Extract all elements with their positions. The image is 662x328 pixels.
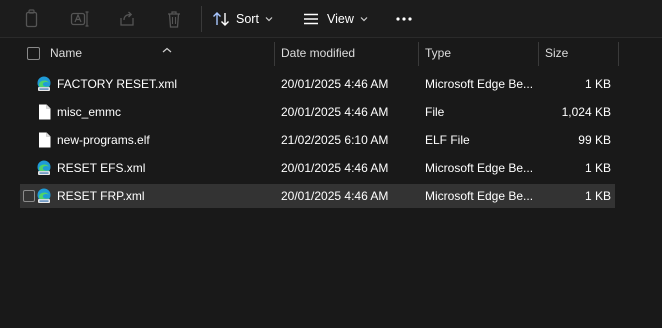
file-name: FACTORY RESET.xml (57, 77, 178, 91)
date-cell: 20/01/2025 4:46 AM (281, 77, 389, 91)
date-cell: 21/02/2025 6:10 AM (281, 133, 389, 147)
table-row[interactable]: new-programs.elf 21/02/2025 6:10 AM ELF … (20, 128, 615, 152)
column-name[interactable]: Name (50, 40, 270, 66)
sort-icon (213, 12, 229, 26)
select-all-checkbox[interactable] (27, 47, 40, 60)
trash-icon (168, 10, 180, 28)
row-checkbox[interactable] (23, 190, 35, 202)
rename-button[interactable] (66, 5, 94, 33)
edge-beta-icon (36, 76, 52, 92)
type-cell: Microsoft Edge Be... (425, 161, 533, 175)
table-row[interactable]: FACTORY RESET.xml 20/01/2025 4:46 AM Mic… (20, 72, 615, 96)
date-cell: 20/01/2025 4:46 AM (281, 189, 389, 203)
file-name: RESET FRP.xml (57, 189, 145, 203)
command-bar: Sort View (0, 0, 662, 38)
column-size[interactable]: Size (545, 40, 615, 66)
file-name: RESET EFS.xml (57, 161, 146, 175)
view-label: View (327, 12, 354, 26)
copy-button[interactable] (18, 5, 46, 33)
view-button[interactable]: View (302, 5, 374, 33)
more-options-button[interactable] (390, 5, 418, 33)
name-cell: new-programs.elf (36, 128, 276, 152)
edge-beta-icon (36, 188, 52, 204)
size-cell: 1,024 KB (561, 105, 611, 119)
column-divider[interactable] (274, 42, 275, 66)
column-date[interactable]: Date modified (281, 40, 416, 66)
file-icon (36, 132, 52, 148)
name-cell: FACTORY RESET.xml (36, 72, 276, 96)
edge-beta-icon (36, 160, 52, 176)
name-cell: RESET FRP.xml (36, 184, 276, 208)
type-cell: File (425, 105, 445, 119)
type-cell: Microsoft Edge Be... (425, 77, 533, 91)
name-cell: RESET EFS.xml (36, 156, 276, 180)
more-icon (396, 17, 412, 21)
chevron-down-icon (265, 16, 273, 22)
sort-label: Sort (236, 12, 259, 26)
column-divider[interactable] (538, 42, 539, 66)
share-icon (120, 11, 134, 26)
file-list: Name Date modified Type Size FACTORY RES… (0, 39, 662, 328)
column-header: Name Date modified Type Size (16, 40, 620, 66)
column-divider[interactable] (618, 42, 619, 66)
chevron-down-icon (360, 16, 368, 22)
view-icon (304, 13, 318, 25)
date-cell: 20/01/2025 4:46 AM (281, 105, 389, 119)
table-row-selected[interactable]: RESET FRP.xml 20/01/2025 4:46 AM Microso… (20, 184, 615, 208)
table-row[interactable]: misc_emmc 20/01/2025 4:46 AM File 1,024 … (20, 100, 615, 124)
file-name: new-programs.elf (57, 133, 150, 147)
name-cell: misc_emmc (36, 100, 276, 124)
date-cell: 20/01/2025 4:46 AM (281, 161, 389, 175)
size-cell: 99 KB (578, 133, 611, 147)
share-button[interactable] (113, 5, 141, 33)
column-divider[interactable] (418, 42, 419, 66)
rename-icon (70, 11, 89, 27)
size-cell: 1 KB (584, 77, 611, 91)
delete-button[interactable] (160, 5, 188, 33)
file-name: misc_emmc (57, 105, 122, 119)
size-cell: 1 KB (584, 161, 611, 175)
size-cell: 1 KB (584, 189, 611, 203)
toolbar-separator (201, 6, 202, 32)
column-type[interactable]: Type (425, 40, 535, 66)
type-cell: ELF File (425, 133, 470, 147)
file-icon (36, 104, 52, 120)
copy-icon (25, 9, 38, 28)
table-row[interactable]: RESET EFS.xml 20/01/2025 4:46 AM Microso… (20, 156, 615, 180)
type-cell: Microsoft Edge Be... (425, 189, 533, 203)
sort-button[interactable]: Sort (212, 5, 284, 33)
